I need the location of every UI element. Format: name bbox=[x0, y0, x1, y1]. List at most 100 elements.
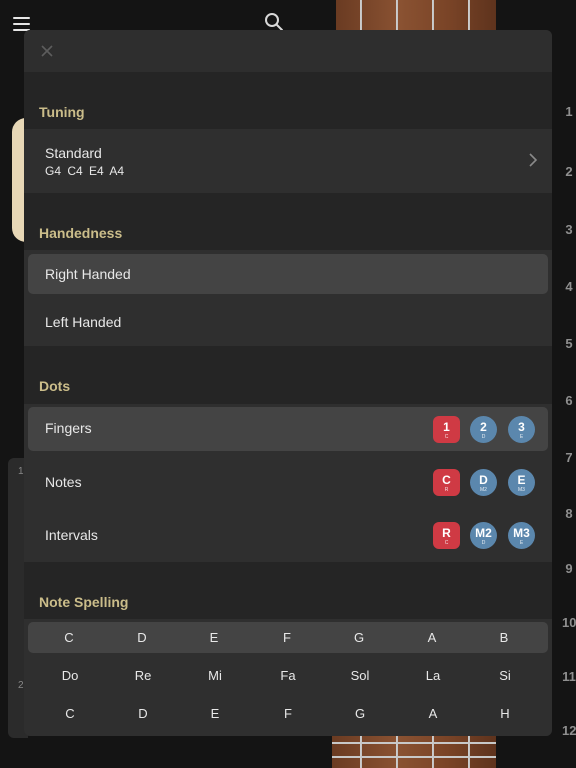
fret-number: 4 bbox=[565, 279, 573, 294]
badge-main: 2 bbox=[480, 420, 487, 434]
note-label: Si bbox=[499, 668, 511, 683]
close-icon[interactable] bbox=[38, 42, 56, 60]
handedness-option-right[interactable]: Right Handed bbox=[28, 254, 548, 294]
note-label: E bbox=[209, 630, 219, 645]
note-label: C bbox=[64, 630, 74, 645]
badge-sub: E bbox=[519, 540, 524, 546]
badge: M2 D bbox=[470, 522, 497, 549]
tuning-name: Standard bbox=[45, 145, 102, 161]
note-label: C bbox=[65, 706, 75, 721]
string bbox=[432, 736, 434, 768]
note-label: B bbox=[499, 630, 509, 645]
handedness-group: Right Handed Left Handed bbox=[24, 250, 552, 346]
note-label: E bbox=[210, 706, 220, 721]
note-label: Re bbox=[134, 668, 152, 683]
note-label: A bbox=[427, 630, 437, 645]
option-label: Right Handed bbox=[45, 266, 131, 282]
fret-number: 12 bbox=[562, 723, 576, 738]
string bbox=[396, 736, 398, 768]
note-spelling-group: C D E F G A B Do Re Mi Fa Sol La Si C D … bbox=[24, 619, 552, 736]
badge: C R bbox=[433, 469, 460, 496]
note-label: La bbox=[425, 668, 441, 683]
settings-modal: Tuning Standard G4 C4 E4 A4 Handedness R… bbox=[24, 30, 552, 736]
section-title-dots: Dots bbox=[39, 378, 71, 394]
menu-icon[interactable] bbox=[13, 17, 30, 31]
badge: D M2 bbox=[470, 469, 497, 496]
fret-number: 9 bbox=[565, 561, 573, 576]
option-label: Left Handed bbox=[45, 314, 122, 330]
section-title-note-spelling: Note Spelling bbox=[39, 594, 129, 610]
section-title-handedness: Handedness bbox=[39, 225, 123, 241]
badge: 2 D bbox=[470, 416, 497, 443]
chord-card-number: 2 bbox=[18, 680, 24, 691]
badge-main: C bbox=[442, 473, 451, 487]
badge-main: D bbox=[479, 473, 488, 487]
note-label: D bbox=[138, 706, 148, 721]
badge-main: 1 bbox=[443, 420, 450, 434]
badge-sub: C bbox=[444, 540, 449, 546]
fret bbox=[332, 756, 496, 758]
string bbox=[360, 736, 362, 768]
badge-sub: E bbox=[519, 434, 524, 440]
fret bbox=[332, 742, 496, 744]
app-screen: 1 2 1 2 3 4 5 6 7 8 9 10 11 12 Tuning St… bbox=[0, 0, 576, 768]
badge-sub: D bbox=[481, 434, 486, 440]
tuning-notes: G4 C4 E4 A4 bbox=[45, 164, 125, 178]
badge-sub: C bbox=[444, 434, 449, 440]
fret-number: 10 bbox=[562, 615, 576, 630]
note-spelling-option-3[interactable]: C D E F G A H bbox=[24, 696, 552, 734]
handedness-option-left[interactable]: Left Handed bbox=[24, 298, 552, 346]
fret-number: 2 bbox=[565, 164, 573, 179]
badge: E M3 bbox=[508, 469, 535, 496]
chevron-right-icon bbox=[529, 153, 538, 167]
string bbox=[468, 736, 470, 768]
fret-number: 8 bbox=[565, 506, 573, 521]
note-label: Sol bbox=[350, 668, 370, 683]
badge: 3 E bbox=[508, 416, 535, 443]
tuning-row[interactable]: Standard G4 C4 E4 A4 bbox=[24, 129, 552, 193]
option-label: Intervals bbox=[45, 527, 98, 543]
note-label: A bbox=[428, 706, 438, 721]
badge-sub: M2 bbox=[480, 487, 487, 493]
modal-header bbox=[24, 30, 552, 72]
note-label: F bbox=[284, 706, 292, 721]
chord-card-number: 1 bbox=[18, 466, 24, 477]
fret-number: 7 bbox=[565, 450, 573, 465]
section-title-tuning: Tuning bbox=[39, 104, 85, 120]
ukulele-neck-bottom bbox=[332, 736, 496, 768]
note-label: G bbox=[353, 630, 365, 645]
option-label: Notes bbox=[45, 474, 82, 490]
note-label: H bbox=[500, 706, 510, 721]
badge-sub: M3 bbox=[518, 487, 525, 493]
string bbox=[396, 0, 398, 32]
note-label: F bbox=[283, 630, 291, 645]
fret-number: 6 bbox=[565, 393, 573, 408]
fret-number: 1 bbox=[565, 104, 573, 119]
string bbox=[468, 0, 470, 32]
badge-main: 3 bbox=[518, 420, 525, 434]
note-spelling-option-2[interactable]: Do Re Mi Fa Sol La Si bbox=[24, 658, 552, 696]
fret-number: 3 bbox=[565, 222, 573, 237]
note-spelling-option-1[interactable]: C D E F G A B bbox=[28, 622, 548, 653]
dots-group: Fingers 1 C 2 D 3 E Notes C R D M2 E M3 … bbox=[24, 404, 552, 562]
fret-number: 11 bbox=[562, 669, 576, 684]
note-label: Mi bbox=[208, 668, 222, 683]
note-label: D bbox=[137, 630, 147, 645]
badge-sub: D bbox=[481, 540, 486, 546]
badge-main: E bbox=[517, 473, 526, 487]
dots-option-intervals[interactable]: Intervals R C M2 D M3 E bbox=[24, 510, 552, 562]
badge-main: M2 bbox=[475, 526, 492, 540]
string bbox=[432, 0, 434, 32]
badge: R C bbox=[433, 522, 460, 549]
badge-main: R bbox=[442, 526, 451, 540]
badge: M3 E bbox=[508, 522, 535, 549]
dots-option-notes[interactable]: Notes C R D M2 E M3 bbox=[24, 457, 552, 509]
dots-option-fingers[interactable]: Fingers 1 C 2 D 3 E bbox=[28, 407, 548, 451]
badge-main: M3 bbox=[513, 526, 530, 540]
search-icon[interactable] bbox=[264, 12, 284, 32]
option-label: Fingers bbox=[45, 420, 92, 436]
badge-sub: R bbox=[444, 487, 449, 493]
fret-number: 5 bbox=[565, 336, 573, 351]
note-label: Do bbox=[61, 668, 79, 683]
string bbox=[360, 0, 362, 32]
